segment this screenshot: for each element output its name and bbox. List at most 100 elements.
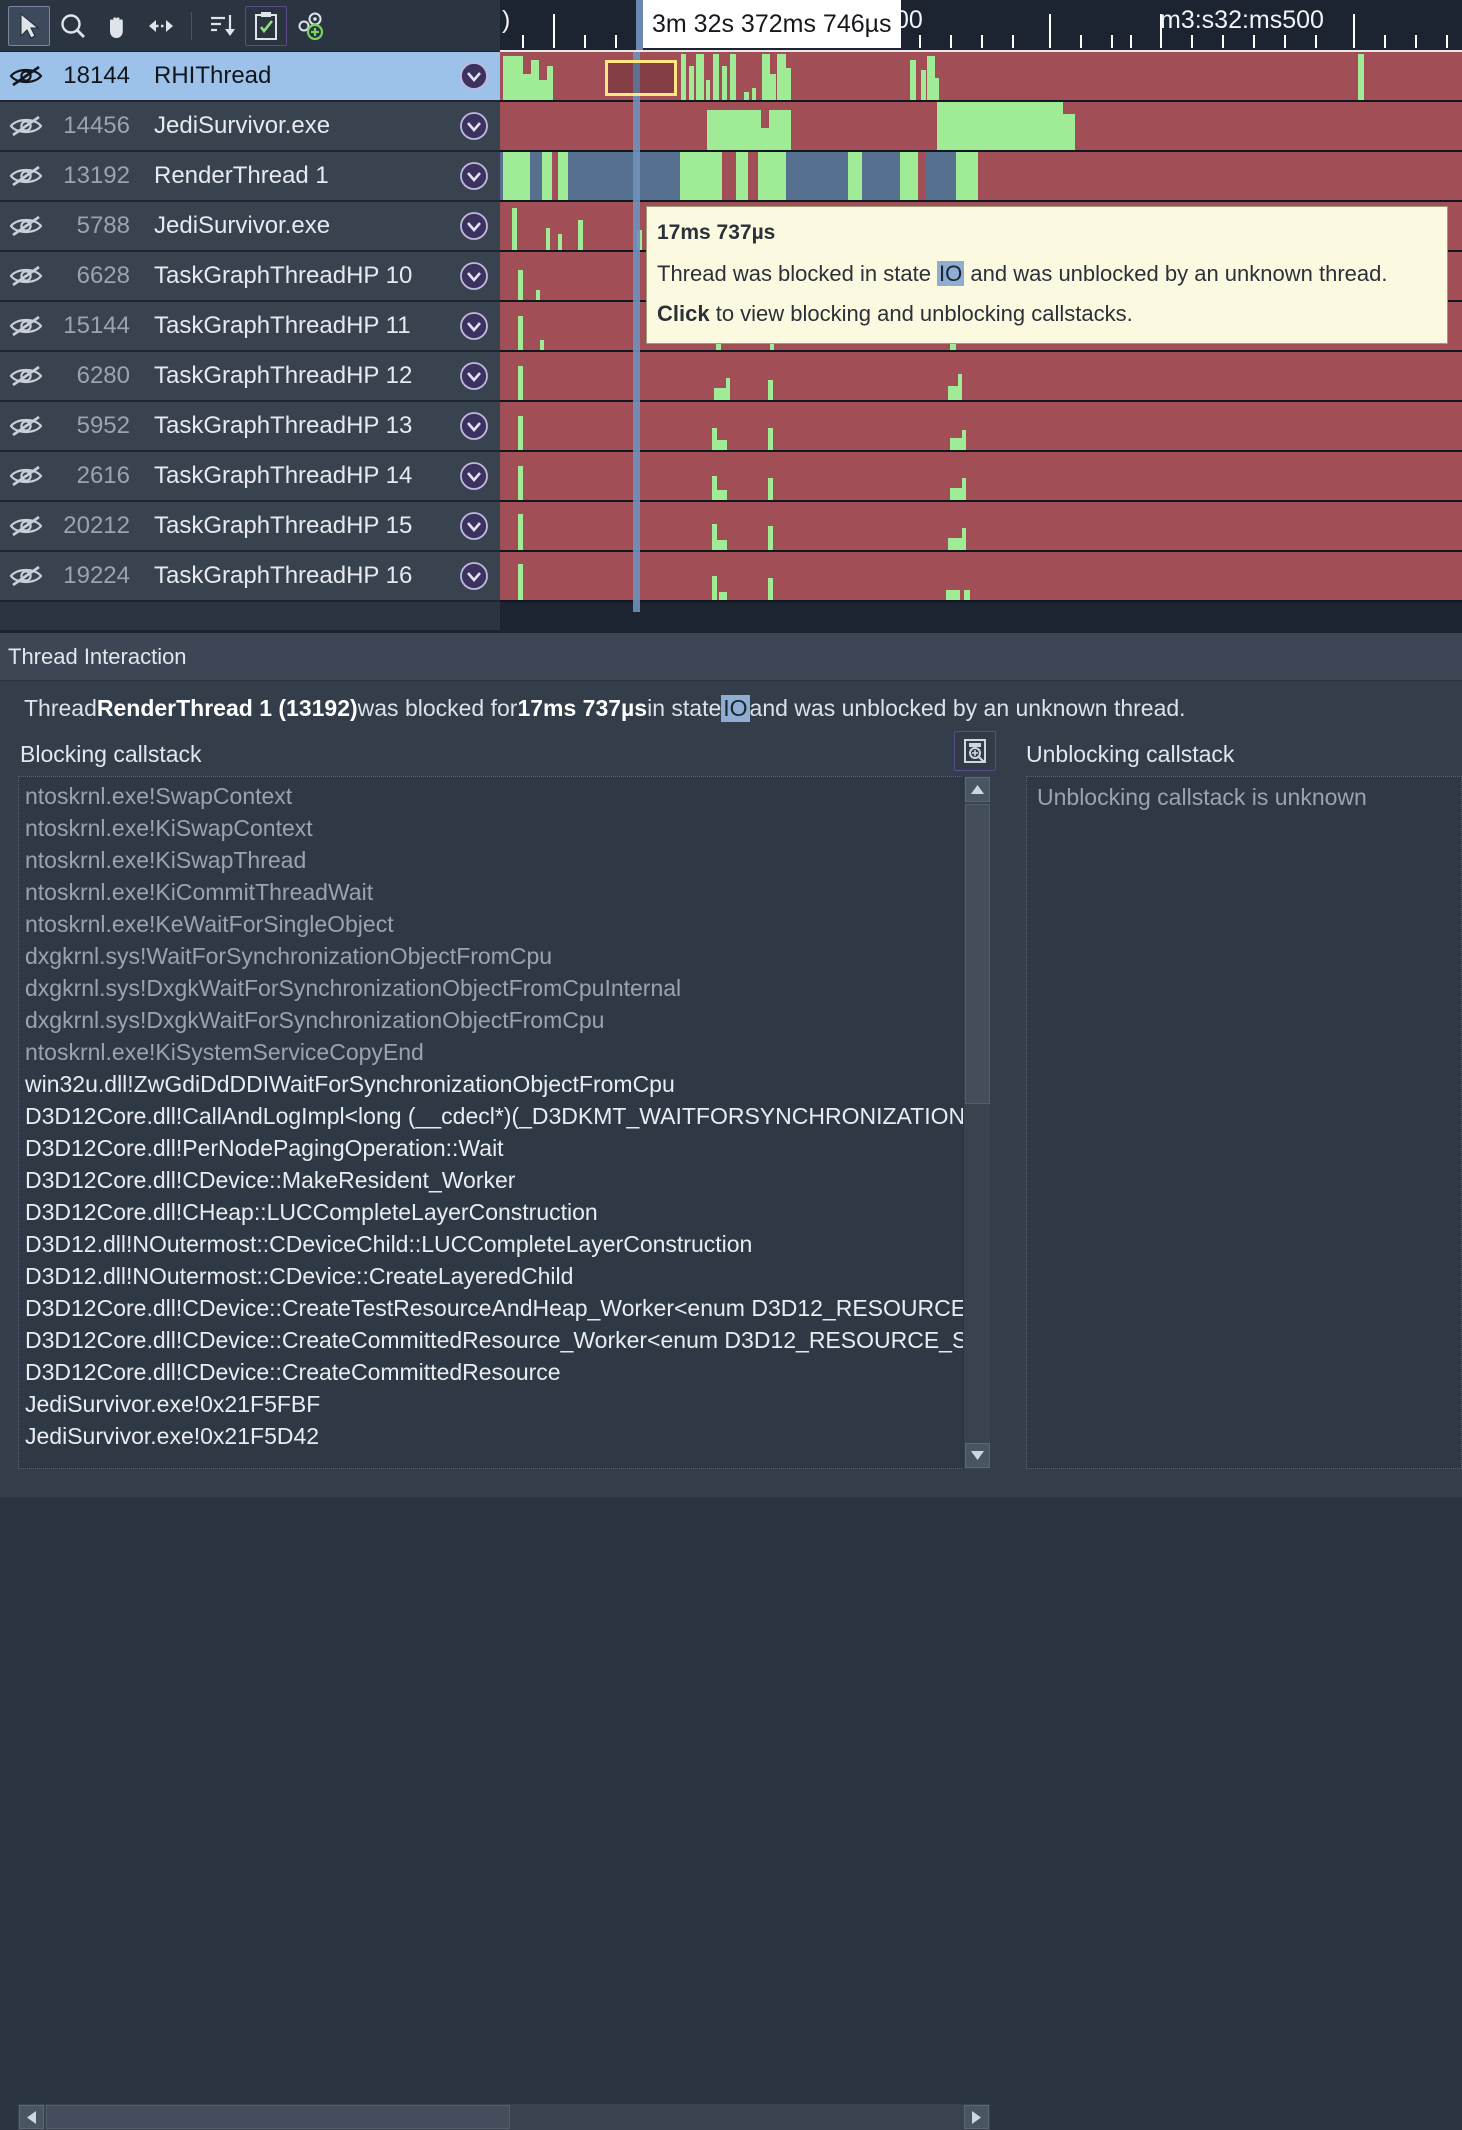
track-segment[interactable] bbox=[707, 110, 761, 150]
selected-event-highlight[interactable] bbox=[605, 60, 677, 96]
track-segment[interactable] bbox=[927, 56, 935, 100]
unblocking-callstack-list[interactable]: Unblocking callstack is unknown bbox=[1026, 776, 1462, 1469]
track-segment[interactable] bbox=[946, 590, 960, 600]
vscroll-thumb[interactable] bbox=[965, 804, 990, 1104]
track-segment[interactable] bbox=[713, 54, 719, 100]
track-segment[interactable] bbox=[719, 592, 727, 600]
track-segment[interactable] bbox=[637, 230, 642, 250]
track-segment[interactable] bbox=[530, 152, 542, 200]
expand-thread-chevron-down-icon[interactable] bbox=[448, 111, 500, 141]
callstack-frame[interactable]: ntoskrnl.exe!KiCommitThreadWait bbox=[25, 876, 989, 908]
hide-thread-eye-icon[interactable] bbox=[0, 414, 52, 438]
thread-row[interactable]: 6280 TaskGraphThreadHP 12 bbox=[0, 352, 500, 402]
track-segment[interactable] bbox=[768, 428, 773, 450]
track-segment[interactable] bbox=[768, 526, 773, 550]
thread-row[interactable]: 2616 TaskGraphThreadHP 14 bbox=[0, 452, 500, 502]
track-segment[interactable] bbox=[558, 234, 562, 250]
track-segment[interactable] bbox=[518, 466, 523, 500]
track-segment[interactable] bbox=[910, 60, 916, 100]
thread-row[interactable]: 5788 JediSurvivor.exe bbox=[0, 202, 500, 252]
hide-thread-eye-icon[interactable] bbox=[0, 464, 52, 488]
track-segment[interactable] bbox=[748, 152, 758, 200]
thread-row[interactable]: 13192 RenderThread 1 bbox=[0, 152, 500, 202]
thread-row[interactable]: 20212 TaskGraphThreadHP 15 bbox=[0, 502, 500, 552]
hide-thread-eye-icon[interactable] bbox=[0, 264, 52, 288]
track-segment[interactable] bbox=[1358, 54, 1364, 100]
track-segment[interactable] bbox=[547, 66, 553, 100]
callstack-frame[interactable]: D3D12Core.dll!CallAndLogImpl<long (__cde… bbox=[25, 1100, 989, 1132]
sort-tool-button[interactable] bbox=[201, 6, 243, 46]
track-segment[interactable] bbox=[726, 378, 730, 400]
track-segment[interactable] bbox=[762, 54, 770, 100]
expand-thread-chevron-down-icon[interactable] bbox=[448, 311, 500, 341]
callstack-frame[interactable]: ntoskrnl.exe!KiSystemServiceCopyEnd bbox=[25, 1036, 989, 1068]
track-segment[interactable] bbox=[503, 152, 530, 200]
track-segment[interactable] bbox=[518, 416, 523, 450]
track-segment[interactable] bbox=[712, 576, 717, 600]
hide-thread-eye-icon[interactable] bbox=[0, 364, 52, 388]
track-segment[interactable] bbox=[752, 88, 756, 100]
callstack-frame[interactable]: dxgkrnl.sys!WaitForSynchronizationObject… bbox=[25, 940, 989, 972]
callstack-frame[interactable]: ntoskrnl.exe!KiSwapThread bbox=[25, 844, 989, 876]
track-segment[interactable] bbox=[758, 152, 786, 200]
measure-tool-button[interactable] bbox=[140, 6, 182, 46]
scroll-down-button[interactable] bbox=[965, 1443, 990, 1468]
track-segment[interactable] bbox=[786, 68, 791, 100]
hide-thread-eye-icon[interactable] bbox=[0, 64, 52, 88]
timeline-track[interactable] bbox=[500, 402, 1462, 452]
timeline-track[interactable] bbox=[500, 502, 1462, 552]
scroll-right-button[interactable] bbox=[964, 2105, 989, 2129]
track-segment[interactable] bbox=[730, 54, 736, 100]
timeline-track[interactable] bbox=[500, 102, 1462, 152]
track-segment[interactable] bbox=[786, 152, 848, 200]
track-segment[interactable] bbox=[736, 152, 748, 200]
track-segment[interactable] bbox=[540, 340, 544, 350]
hide-thread-eye-icon[interactable] bbox=[0, 114, 52, 138]
thread-row[interactable]: 6628 TaskGraphThreadHP 10 bbox=[0, 252, 500, 302]
timeline-ruler[interactable]: ) 00 m3:s32:ms500 3m 32s 372ms 746µs bbox=[500, 0, 1462, 52]
thread-row[interactable]: 18144 RHIThread bbox=[0, 52, 500, 102]
expand-thread-chevron-down-icon[interactable] bbox=[448, 161, 500, 191]
track-segment[interactable] bbox=[518, 564, 523, 600]
track-segment[interactable] bbox=[568, 152, 602, 200]
blocking-callstack-hscrollbar[interactable] bbox=[18, 2104, 990, 2130]
callstack-frame[interactable]: ntoskrnl.exe!KeWaitForSingleObject bbox=[25, 908, 989, 940]
track-segment[interactable] bbox=[768, 578, 773, 600]
track-segment[interactable] bbox=[769, 110, 791, 150]
track-segment[interactable] bbox=[921, 70, 926, 100]
track-segment[interactable] bbox=[926, 152, 956, 200]
track-segment[interactable] bbox=[862, 152, 900, 200]
track-segment[interactable] bbox=[714, 388, 726, 400]
callstack-frame[interactable]: D3D12.dll!NOutermost::CDevice::CreateLay… bbox=[25, 1260, 989, 1292]
track-segment[interactable] bbox=[689, 66, 694, 100]
track-segment[interactable] bbox=[768, 478, 773, 500]
zoom-tool-button[interactable] bbox=[52, 6, 94, 46]
expand-thread-chevron-down-icon[interactable] bbox=[448, 511, 500, 541]
track-segment[interactable] bbox=[900, 152, 918, 200]
track-segment[interactable] bbox=[962, 478, 966, 500]
track-segment[interactable] bbox=[518, 366, 523, 400]
expand-thread-chevron-down-icon[interactable] bbox=[448, 211, 500, 241]
track-segment[interactable] bbox=[962, 430, 966, 450]
track-segment[interactable] bbox=[518, 514, 523, 550]
track-segment[interactable] bbox=[523, 74, 531, 100]
blocking-callstack-list[interactable]: ntoskrnl.exe!SwapContext ntoskrnl.exe!KiS… bbox=[18, 776, 990, 1469]
track-segment[interactable] bbox=[512, 208, 517, 250]
callstack-frame[interactable]: D3D12Core.dll!CDevice::MakeResident_Work… bbox=[25, 1164, 989, 1196]
thread-row[interactable]: 14456 JediSurvivor.exe bbox=[0, 102, 500, 152]
scroll-up-button[interactable] bbox=[965, 777, 990, 802]
track-segment[interactable] bbox=[722, 66, 727, 100]
timeline-track[interactable] bbox=[500, 452, 1462, 502]
track-segment[interactable] bbox=[935, 78, 939, 100]
callstack-frame[interactable]: D3D12Core.dll!CDevice::CreateCommittedRe… bbox=[25, 1324, 989, 1356]
add-settings-tool-button[interactable] bbox=[289, 6, 331, 46]
track-segment[interactable] bbox=[542, 152, 552, 200]
hide-thread-eye-icon[interactable] bbox=[0, 164, 52, 188]
track-segment[interactable] bbox=[680, 152, 722, 200]
callstack-frame[interactable]: dxgkrnl.sys!DxgkWaitForSynchronizationOb… bbox=[25, 972, 989, 1004]
track-segment[interactable] bbox=[918, 152, 926, 200]
callstack-frame[interactable]: D3D12Core.dll!CDevice::CreateCommittedRe… bbox=[25, 1356, 989, 1388]
pan-tool-button[interactable] bbox=[96, 6, 138, 46]
timeline-track[interactable] bbox=[500, 552, 1462, 602]
track-segment[interactable] bbox=[761, 128, 769, 150]
